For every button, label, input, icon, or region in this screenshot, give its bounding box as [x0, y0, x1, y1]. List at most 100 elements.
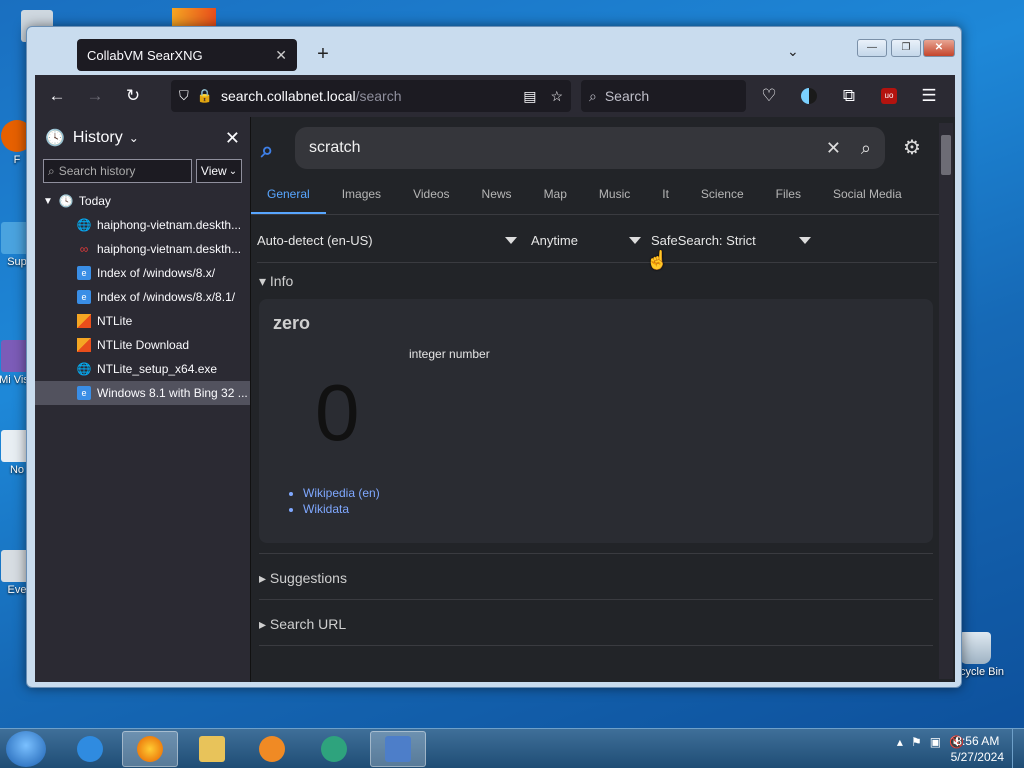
- next-section: [259, 645, 933, 682]
- chevron-down-icon[interactable]: ⌄: [129, 131, 139, 145]
- dark-reader-icon[interactable]: [793, 80, 825, 112]
- close-window-button[interactable]: ✕: [923, 39, 955, 57]
- web-search-placeholder: Search: [604, 88, 650, 104]
- query-input[interactable]: scratch ✕ ⌕: [295, 127, 885, 169]
- safesearch-select[interactable]: SafeSearch: Strict: [651, 233, 811, 248]
- dropdown-arrow-icon: [799, 237, 811, 244]
- tab-music[interactable]: Music: [583, 179, 646, 214]
- history-item[interactable]: e Index of /windows/8.x/: [35, 261, 250, 285]
- history-item-selected[interactable]: e Windows 8.1 with Bing 32 ...: [35, 381, 250, 405]
- searxng-logo-icon[interactable]: ⌕: [261, 137, 273, 163]
- query-text: scratch: [309, 139, 361, 156]
- start-button[interactable]: [6, 731, 46, 767]
- lock-icon[interactable]: 🔒: [197, 88, 213, 104]
- suggestions-section-toggle[interactable]: ▸ Suggestions: [259, 553, 933, 599]
- language-value: Auto-detect (en-US): [257, 233, 373, 248]
- ublock-icon[interactable]: uo: [873, 80, 905, 112]
- clear-query-icon[interactable]: ✕: [826, 138, 841, 159]
- app-menu-icon[interactable]: ☰: [913, 80, 945, 112]
- desktop-shortcut-top[interactable]: [172, 8, 216, 28]
- history-item[interactable]: NTLite Download: [35, 333, 250, 357]
- tab-files[interactable]: Files: [760, 179, 817, 214]
- tab-images[interactable]: Images: [326, 179, 397, 214]
- new-tab-button[interactable]: +: [311, 43, 335, 67]
- taskbar-app-globe[interactable]: [306, 731, 362, 767]
- clock[interactable]: 8:56 AM 5/27/2024: [951, 733, 1004, 765]
- ie-page-icon: e: [77, 290, 91, 304]
- taskbar-ie[interactable]: [62, 731, 118, 767]
- language-select[interactable]: Auto-detect (en-US): [257, 233, 517, 248]
- maximize-button[interactable]: ❐: [891, 39, 921, 57]
- close-sidebar-icon[interactable]: ✕: [225, 128, 240, 149]
- taskbar-media-player[interactable]: [244, 731, 300, 767]
- time-range-value: Anytime: [531, 233, 578, 248]
- history-item-label: Windows 8.1 with Bing 32 ...: [97, 386, 248, 400]
- history-search-input[interactable]: ⌕ Search history: [43, 159, 192, 183]
- history-item[interactable]: ∞ haiphong-vietnam.deskth...: [35, 237, 250, 261]
- time-range-select[interactable]: Anytime: [531, 233, 641, 248]
- infobox-description: integer number: [409, 347, 490, 361]
- tab-social-media[interactable]: Social Media: [817, 179, 918, 214]
- expand-arrow-icon[interactable]: ▼: [43, 196, 53, 207]
- history-item-label: NTLite: [97, 314, 133, 328]
- infobox: zero integer number 0 Wikipedia (en) Wik…: [259, 299, 933, 543]
- view-dropdown-button[interactable]: View ⌄: [196, 159, 242, 183]
- page-content: ⌕ scratch ✕ ⌕ ⚙ General Images Videos Ne…: [251, 117, 955, 682]
- infobox-image: 0: [315, 368, 360, 457]
- list-tabs-icon[interactable]: ⌄: [787, 43, 799, 60]
- ie-page-icon: e: [77, 386, 91, 400]
- info-section-toggle[interactable]: ▾ Info: [259, 273, 293, 290]
- ntlite-icon: [77, 314, 91, 328]
- clock-icon: 🕓: [58, 194, 74, 208]
- shield-icon[interactable]: ⛉: [179, 88, 189, 104]
- taskbar-firefox[interactable]: [122, 731, 178, 767]
- group-label: Today: [78, 194, 111, 208]
- reload-button[interactable]: ↻: [117, 80, 149, 112]
- search-submit-icon[interactable]: ⌕: [861, 138, 871, 159]
- recycle-bin-icon: [959, 632, 991, 664]
- show-hidden-icons[interactable]: ▴: [897, 735, 903, 749]
- clock-icon: 🕓: [45, 130, 65, 147]
- tab-general[interactable]: General: [251, 179, 326, 214]
- show-desktop-button[interactable]: [1012, 729, 1024, 768]
- tab-news[interactable]: News: [466, 179, 528, 214]
- tab-it[interactable]: It: [646, 179, 685, 214]
- web-search-box[interactable]: ⌕ Search: [581, 80, 746, 112]
- ntlite-icon: [77, 338, 91, 352]
- tab-map[interactable]: Map: [528, 179, 583, 214]
- history-item[interactable]: 🌐 haiphong-vietnam.deskth...: [35, 213, 250, 237]
- broken-link-icon: ∞: [79, 242, 89, 256]
- pocket-icon[interactable]: ♡: [753, 80, 785, 112]
- forward-button[interactable]: →: [79, 80, 111, 112]
- tab-title: CollabVM SearXNG: [87, 47, 203, 63]
- tab-videos[interactable]: Videos: [397, 179, 465, 214]
- extensions-icon[interactable]: ⧉: [833, 80, 865, 112]
- tab-close-icon[interactable]: ✕: [275, 47, 287, 64]
- sidebar-title[interactable]: History: [73, 129, 123, 147]
- tab-active[interactable]: CollabVM SearXNG ✕: [77, 39, 297, 71]
- safesearch-value: SafeSearch: Strict: [651, 233, 756, 248]
- scrollbar-thumb[interactable]: [941, 135, 951, 175]
- network-icon[interactable]: ▣: [930, 735, 941, 749]
- reader-view-icon[interactable]: ▤: [523, 88, 536, 105]
- wikidata-link[interactable]: Wikidata: [303, 501, 380, 517]
- search-url-section-toggle[interactable]: ▸ Search URL: [259, 599, 933, 645]
- action-center-flag-icon[interactable]: ⚑: [911, 735, 922, 749]
- history-item[interactable]: NTLite: [35, 309, 250, 333]
- tab-science[interactable]: Science: [685, 179, 760, 214]
- globe-icon: 🌐: [76, 218, 92, 232]
- back-button[interactable]: ←: [41, 80, 73, 112]
- taskbar-explorer[interactable]: [184, 731, 240, 767]
- taskbar-setup[interactable]: [370, 731, 426, 767]
- minimize-button[interactable]: —: [857, 39, 887, 57]
- url-bar[interactable]: ⛉ 🔒 search.collabnet.local /search ▤ ☆: [171, 80, 571, 112]
- tab-strip: CollabVM SearXNG ✕ + ⌄ — ❐ ✕: [35, 35, 955, 75]
- bookmark-star-icon[interactable]: ☆: [550, 88, 563, 105]
- history-item[interactable]: e Index of /windows/8.x/8.1/: [35, 285, 250, 309]
- clock-date: 5/27/2024: [950, 750, 1004, 764]
- page-scrollbar[interactable]: [939, 123, 953, 679]
- history-item[interactable]: 🌐 NTLite_setup_x64.exe: [35, 357, 250, 381]
- gear-icon[interactable]: ⚙: [903, 135, 921, 160]
- history-group-today[interactable]: ▼ 🕓 Today: [35, 189, 250, 213]
- wikipedia-link[interactable]: Wikipedia (en): [303, 485, 380, 501]
